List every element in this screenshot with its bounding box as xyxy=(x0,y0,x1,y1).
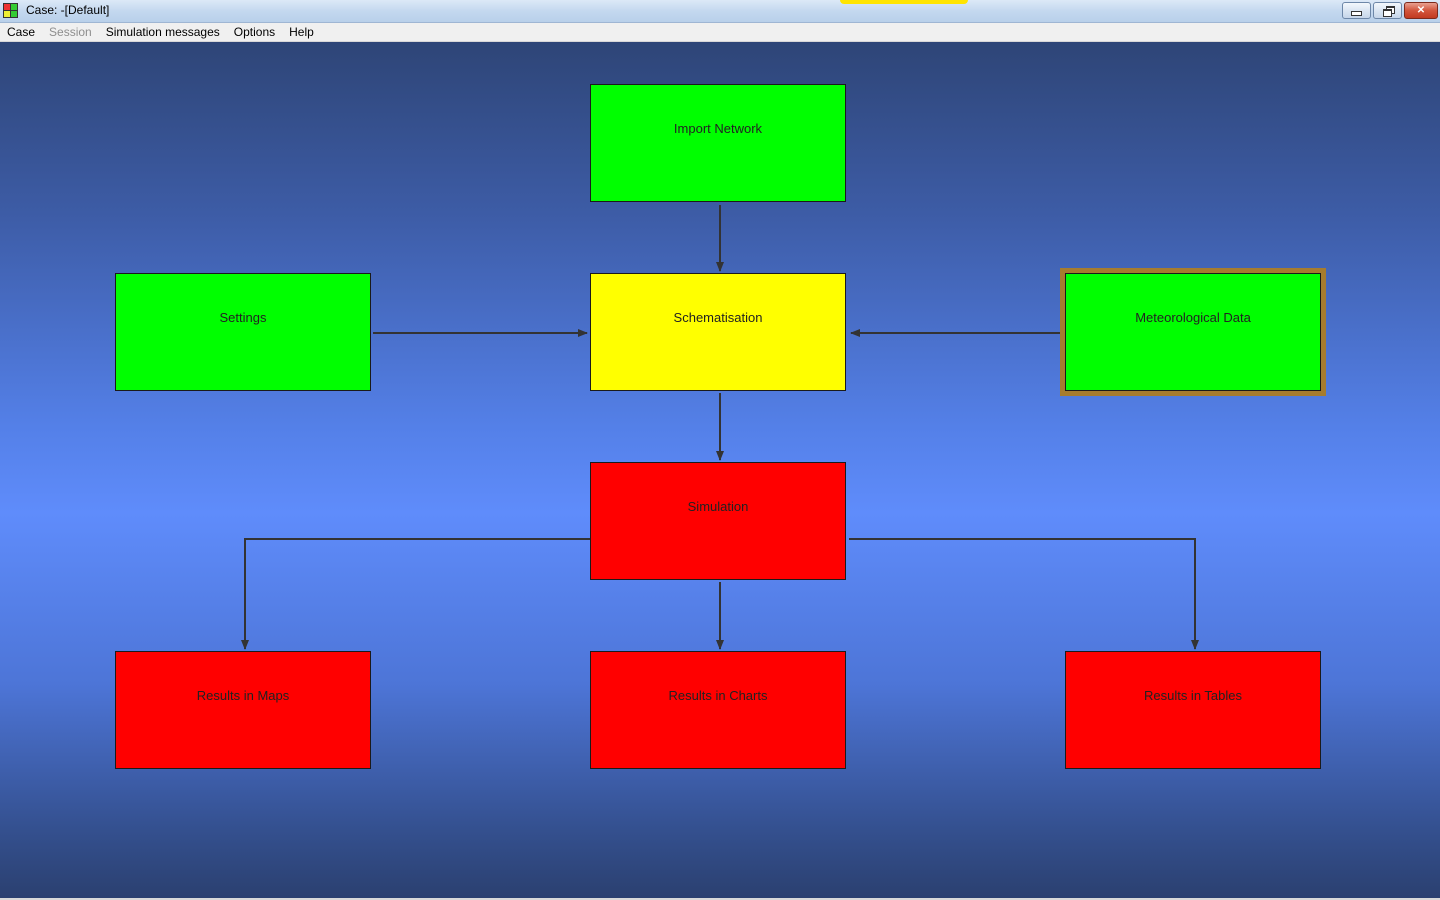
node-settings[interactable]: Settings xyxy=(115,273,371,391)
node-meteorological-data[interactable]: Meteorological Data xyxy=(1060,268,1326,396)
restore-button[interactable] xyxy=(1373,2,1402,19)
edge-simulation-to-tables xyxy=(849,538,1199,650)
node-label: Results in Charts xyxy=(668,688,768,703)
app-icon[interactable] xyxy=(3,3,18,18)
menu-case[interactable]: Case xyxy=(0,23,42,41)
node-label: Schematisation xyxy=(673,310,763,325)
menu-help[interactable]: Help xyxy=(282,23,321,41)
node-label: Results in Maps xyxy=(196,688,290,703)
minimize-button[interactable] xyxy=(1342,2,1371,19)
title-bar[interactable]: Case: -[Default] ✕ xyxy=(0,0,1440,23)
node-results-in-maps[interactable]: Results in Maps xyxy=(115,651,371,769)
node-simulation[interactable]: Simulation xyxy=(590,462,846,580)
node-label: Results in Tables xyxy=(1143,688,1243,703)
workflow-canvas: Import Network Settings Schematisation M… xyxy=(0,42,1440,898)
menu-simulation-messages[interactable]: Simulation messages xyxy=(99,23,227,41)
menu-session: Session xyxy=(49,25,92,39)
menu-bar: Case Session Simulation messages Options… xyxy=(0,23,1440,42)
node-label: Simulation xyxy=(687,499,749,514)
node-import-network[interactable]: Import Network xyxy=(590,84,846,202)
node-label: Settings xyxy=(219,310,267,325)
close-button[interactable]: ✕ xyxy=(1404,2,1438,19)
node-label: Import Network xyxy=(673,121,763,136)
node-label: Meteorological Data xyxy=(1135,310,1251,325)
restore-icon xyxy=(1382,5,1395,17)
node-schematisation[interactable]: Schematisation xyxy=(590,273,846,391)
node-results-in-charts[interactable]: Results in Charts xyxy=(590,651,846,769)
node-results-in-tables[interactable]: Results in Tables xyxy=(1065,651,1321,769)
close-icon: ✕ xyxy=(1416,5,1426,16)
application-window: Case: -[Default] ✕ Case Session Simulati… xyxy=(0,0,1440,900)
window-title: Case: -[Default] xyxy=(26,3,110,17)
menu-options[interactable]: Options xyxy=(227,23,282,41)
title-bar-highlight xyxy=(840,0,968,4)
edge-simulation-to-maps xyxy=(241,538,590,650)
minimize-icon xyxy=(1351,11,1362,16)
